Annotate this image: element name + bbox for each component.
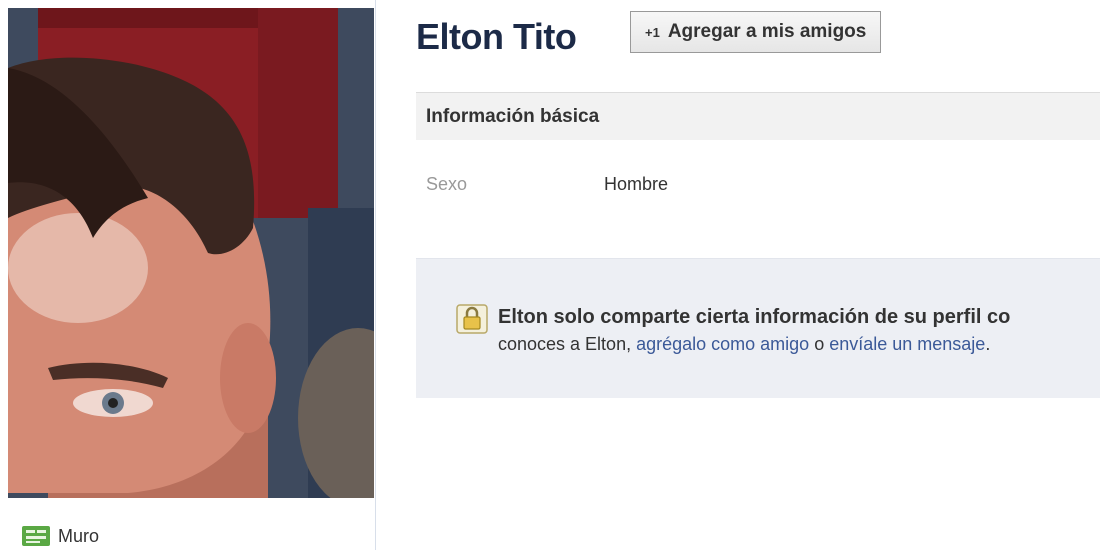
- send-message-link[interactable]: envíale un mensaje: [829, 334, 985, 354]
- add-friend-label: Agregar a mis amigos: [667, 21, 867, 42]
- lock-icon: [456, 304, 488, 334]
- privacy-submessage: conoces a Elton, agrégalo como amigo o e…: [498, 334, 990, 355]
- left-column: Muro: [0, 0, 376, 550]
- basic-info-header: Información básica: [416, 92, 1100, 140]
- profile-name: Elton Tito: [416, 16, 577, 57]
- privacy-text-mid: o: [809, 334, 830, 354]
- privacy-text-prefix: conoces a Elton,: [498, 334, 637, 354]
- section-title: Información básica: [426, 105, 600, 127]
- profile-page: Muro Elton Tito +1 Agregar a mis amigos …: [0, 0, 1100, 550]
- add-friend-button[interactable]: +1 Agregar a mis amigos: [630, 11, 882, 53]
- sidebar-item-wall[interactable]: Muro: [22, 524, 99, 548]
- privacy-message: Elton solo comparte cierta información d…: [498, 306, 1011, 328]
- privacy-text-suffix: .: [985, 334, 991, 354]
- add-friend-link[interactable]: agrégalo como amigo: [636, 334, 809, 354]
- profile-photo[interactable]: [8, 8, 374, 498]
- sidebar-item-label: Muro: [58, 525, 100, 546]
- wall-icon: [22, 526, 50, 546]
- profile-photo-image: [8, 8, 374, 498]
- add-friend-icon: +1: [645, 24, 660, 40]
- info-row: Sexo Hombre: [426, 170, 668, 198]
- info-value: Hombre: [604, 173, 669, 194]
- info-key: Sexo: [426, 173, 468, 194]
